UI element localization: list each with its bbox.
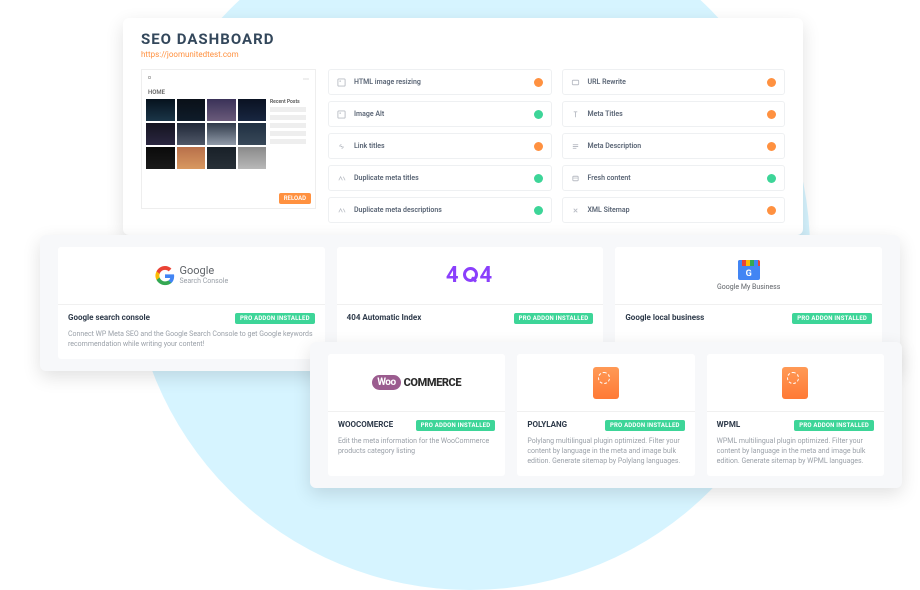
- site-preview: ⋯ HOME Recent Posts RELOAD: [141, 69, 316, 209]
- status-dot: [534, 142, 543, 151]
- pro-addon-badge: PRO ADDON INSTALLED: [416, 420, 496, 431]
- sitemap-icon: [571, 206, 580, 215]
- status-item-duplicate-meta-descriptions[interactable]: Duplicate meta descriptions: [328, 197, 552, 223]
- status-dot: [534, 110, 543, 119]
- google-search-console-logo: Google Search Console: [155, 265, 229, 287]
- status-item-fresh-content[interactable]: Fresh content: [562, 165, 786, 191]
- status-column-left: HTML image resizing Image Alt Link title…: [328, 69, 552, 223]
- site-url: https://joomunitedtest.com: [141, 50, 785, 59]
- status-dot: [767, 174, 776, 183]
- dashboard-panel: SEO DASHBOARD https://joomunitedtest.com…: [123, 18, 803, 235]
- title-icon: [571, 110, 580, 119]
- url-icon: [571, 78, 580, 87]
- card-google-search-console[interactable]: Google Search Console Google search cons…: [58, 247, 325, 359]
- card-woocommerce[interactable]: Woo COMMERCE WOOCOMERCE PRO ADDON INSTAL…: [328, 354, 505, 476]
- image-icon: [337, 78, 346, 87]
- status-column-right: URL Rewrite Meta Titles Meta Description…: [562, 69, 786, 223]
- duplicate-icon: [337, 174, 346, 183]
- status-dot: [534, 78, 543, 87]
- status-dot: [767, 78, 776, 87]
- image-icon: [337, 110, 346, 119]
- reload-button[interactable]: RELOAD: [279, 193, 311, 204]
- pro-addon-badge: PRO ADDON INSTALLED: [235, 313, 315, 324]
- plugin-icon: [782, 367, 808, 399]
- status-item-url-rewrite[interactable]: URL Rewrite: [562, 69, 786, 95]
- status-item-meta-description[interactable]: Meta Description: [562, 133, 786, 159]
- google-my-business-logo: Google My Business: [717, 260, 780, 291]
- pro-addon-badge: PRO ADDON INSTALLED: [794, 420, 874, 431]
- page-title: SEO DASHBOARD: [141, 30, 785, 48]
- plugin-icon: [593, 367, 619, 399]
- status-item-xml-sitemap[interactable]: XML Sitemap: [562, 197, 786, 223]
- card-polylang[interactable]: POLYLANG PRO ADDON INSTALLED Polylang mu…: [517, 354, 694, 476]
- card-wpml[interactable]: WPML PRO ADDON INSTALLED WPML multilingu…: [707, 354, 884, 476]
- status-dot: [767, 142, 776, 151]
- link-icon: [337, 142, 346, 151]
- preview-home-label: HOME: [146, 87, 311, 99]
- 404-icon: 44: [446, 263, 494, 288]
- status-item-meta-titles[interactable]: Meta Titles: [562, 101, 786, 127]
- pro-addon-badge: PRO ADDON INSTALLED: [792, 313, 872, 324]
- status-dot: [534, 206, 543, 215]
- status-item-duplicate-meta-titles[interactable]: Duplicate meta titles: [328, 165, 552, 191]
- integrations-panel-2: Woo COMMERCE WOOCOMERCE PRO ADDON INSTAL…: [310, 342, 902, 488]
- status-dot: [534, 174, 543, 183]
- duplicate-icon: [337, 206, 346, 215]
- desc-icon: [571, 142, 580, 151]
- status-item-image-alt[interactable]: Image Alt: [328, 101, 552, 127]
- woocommerce-logo: Woo COMMERCE: [372, 375, 461, 390]
- pro-addon-badge: PRO ADDON INSTALLED: [514, 313, 594, 324]
- pro-addon-badge: PRO ADDON INSTALLED: [605, 420, 685, 431]
- status-item-html-image-resizing[interactable]: HTML image resizing: [328, 69, 552, 95]
- fresh-icon: [571, 174, 580, 183]
- status-dot: [767, 110, 776, 119]
- status-item-link-titles[interactable]: Link titles: [328, 133, 552, 159]
- status-dot: [767, 206, 776, 215]
